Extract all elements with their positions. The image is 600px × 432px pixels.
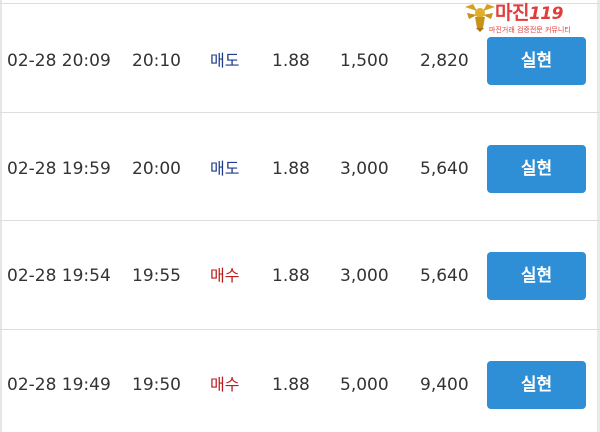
execution-time: 19:55 <box>132 266 181 286</box>
trade-row: 02-28 19:54 19:55 매수 1.88 3,000 5,640 실현 <box>0 252 600 300</box>
trade-amount: 5,640 <box>420 266 469 286</box>
row-divider <box>0 220 600 221</box>
watermark-logo: 마진119 마진거래 검증전문 커뮤니티 <box>463 1 591 41</box>
trade-quantity: 5,000 <box>340 375 389 395</box>
order-time: 02-28 20:09 <box>7 51 111 71</box>
trade-side: 매도 <box>210 51 240 70</box>
trade-quantity: 1,500 <box>340 51 389 71</box>
watermark-tagline: 마진거래 검증전문 커뮤니티 <box>489 26 571 34</box>
realize-button[interactable]: 실현 <box>487 37 586 85</box>
row-divider <box>0 329 600 330</box>
trade-amount: 5,640 <box>420 159 469 179</box>
row-divider <box>0 3 600 4</box>
trade-side: 매수 <box>210 375 240 394</box>
trade-price: 1.88 <box>272 159 310 179</box>
watermark-name: 마진119 <box>495 2 563 24</box>
order-time: 02-28 19:59 <box>7 159 111 179</box>
trade-side: 매수 <box>210 266 240 285</box>
execution-time: 20:00 <box>132 159 181 179</box>
trade-price: 1.88 <box>272 375 310 395</box>
row-divider <box>0 112 600 113</box>
trade-side: 매도 <box>210 159 240 178</box>
trade-price: 1.88 <box>272 51 310 71</box>
execution-time: 20:10 <box>132 51 181 71</box>
eagle-emblem-icon <box>465 4 495 32</box>
trade-history-list: 02-28 20:09 20:10 매도 1.88 1,500 2,820 실현… <box>0 0 600 432</box>
trade-row: 02-28 19:59 20:00 매도 1.88 3,000 5,640 실현 <box>0 145 600 193</box>
execution-time: 19:50 <box>132 375 181 395</box>
order-time: 02-28 19:54 <box>7 266 111 286</box>
trade-amount: 9,400 <box>420 375 469 395</box>
trade-quantity: 3,000 <box>340 266 389 286</box>
trade-quantity: 3,000 <box>340 159 389 179</box>
trade-row: 02-28 20:09 20:10 매도 1.88 1,500 2,820 실현 <box>0 37 600 85</box>
realize-button[interactable]: 실현 <box>487 145 586 193</box>
trade-price: 1.88 <box>272 266 310 286</box>
realize-button[interactable]: 실현 <box>487 361 586 409</box>
trade-amount: 2,820 <box>420 51 469 71</box>
order-time: 02-28 19:49 <box>7 375 111 395</box>
trade-row: 02-28 19:49 19:50 매수 1.88 5,000 9,400 실현 <box>0 361 600 409</box>
realize-button[interactable]: 실현 <box>487 252 586 300</box>
